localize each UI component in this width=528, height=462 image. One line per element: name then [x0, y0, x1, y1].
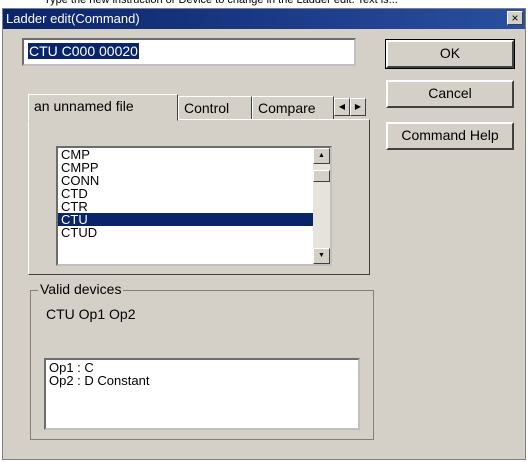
- tab-scroll-right-icon[interactable]: ▶: [350, 98, 366, 116]
- command-input-text: CTU C000 00020: [28, 43, 139, 59]
- command-input[interactable]: CTU C000 00020: [22, 38, 356, 66]
- operand-devices-box: Op1 : C Op2 : D Constant: [44, 358, 360, 430]
- list-item-ctr[interactable]: CTR: [58, 200, 317, 213]
- command-listbox[interactable]: CMP CMPP CONN CTD CTR CTU CTUD ▲ ▼: [56, 146, 332, 266]
- list-item-ctud[interactable]: CTUD: [58, 226, 317, 239]
- cancel-button[interactable]: Cancel: [386, 80, 514, 108]
- list-item-conn[interactable]: CONN: [58, 174, 317, 187]
- command-syntax: CTU Op1 Op2: [46, 306, 136, 322]
- window-title: Ladder edit(Command): [6, 11, 140, 26]
- tab-compare[interactable]: Compare: [252, 96, 334, 120]
- tab-control[interactable]: Control: [178, 96, 252, 120]
- list-item-ctd[interactable]: CTD: [58, 187, 317, 200]
- list-scrollbar[interactable]: ▲ ▼: [313, 148, 330, 264]
- operand-line-op2: Op2 : D Constant: [49, 373, 150, 388]
- title-bar: Ladder edit(Command) ×: [3, 9, 525, 29]
- command-help-button[interactable]: Command Help: [386, 122, 514, 150]
- tab-unnamed-file[interactable]: an unnamed file: [28, 94, 178, 121]
- valid-devices-label: Valid devices: [38, 281, 124, 297]
- scroll-up-icon[interactable]: ▲: [313, 148, 330, 164]
- background-instruction-text: Type the new instruction or Device to ch…: [44, 0, 398, 6]
- scroll-down-icon[interactable]: ▼: [313, 248, 330, 264]
- ok-button[interactable]: OK: [385, 39, 515, 69]
- scroll-thumb[interactable]: [313, 170, 330, 182]
- tab-scroll-left-icon[interactable]: ◀: [334, 98, 350, 116]
- close-button[interactable]: ×: [507, 11, 523, 25]
- command-category-tabs: an unnamed file Control Compare ◀ ▶: [28, 94, 368, 121]
